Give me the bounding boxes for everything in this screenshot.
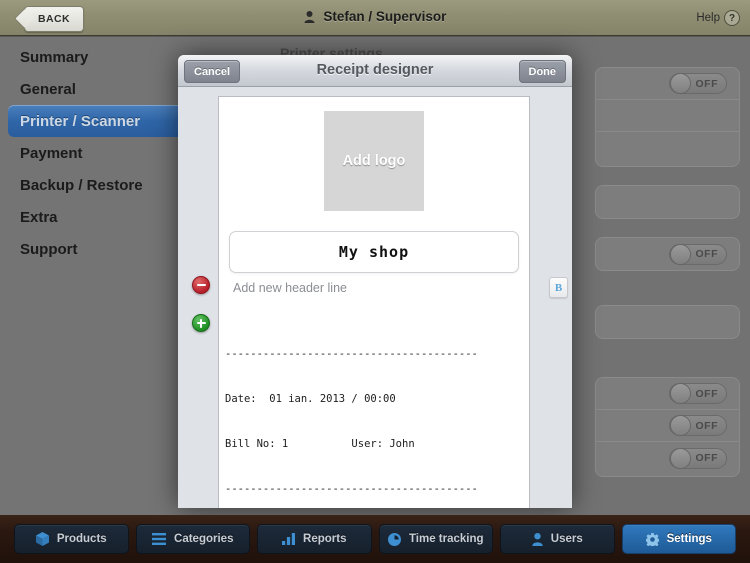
tab-reports[interactable]: Reports xyxy=(257,524,372,554)
bold-toggle-button[interactable]: B xyxy=(549,277,568,298)
toggle-label: OFF xyxy=(695,248,718,260)
tab-products[interactable]: Products xyxy=(14,524,129,554)
sidebar-item-label: Payment xyxy=(20,144,83,162)
help-label: Help xyxy=(696,12,720,24)
sidebar-item-summary[interactable]: Summary xyxy=(8,41,192,73)
sidebar-item-payment[interactable]: Payment xyxy=(8,137,192,169)
modal-title: Receipt designer xyxy=(316,62,434,78)
add-logo-placeholder[interactable]: Add logo xyxy=(324,111,424,211)
toggle-switch[interactable]: OFF xyxy=(669,447,727,469)
done-button[interactable]: Done xyxy=(518,60,566,83)
toggle-switch[interactable]: OFF xyxy=(669,415,727,436)
sidebar-item-label: Extra xyxy=(20,208,58,226)
printer-options-panel-extra xyxy=(595,305,740,339)
settings-row: OFF xyxy=(596,378,739,410)
toggle-knob xyxy=(670,447,691,469)
printer-options-panel-second: OFF xyxy=(595,237,740,271)
question-mark-icon: ? xyxy=(724,10,740,26)
tab-label: Reports xyxy=(303,533,347,545)
printer-options-panel-middle xyxy=(595,185,740,219)
receipt-separator-mid: ---------------------------------------- xyxy=(225,483,478,495)
toggle-label: OFF xyxy=(695,452,718,464)
minus-glyph xyxy=(196,283,206,287)
tab-label: Products xyxy=(56,533,107,545)
sidebar-item-support[interactable]: Support xyxy=(8,233,192,265)
toggle-knob xyxy=(670,73,691,94)
tab-label: Categories xyxy=(174,533,234,545)
toggle-switch[interactable]: OFF xyxy=(669,73,727,94)
settings-row xyxy=(596,132,739,164)
gear-icon xyxy=(645,532,659,546)
add-new-header-line-label: Add new header line xyxy=(233,281,347,295)
toggle-switch[interactable]: OFF xyxy=(669,383,727,404)
user-icon xyxy=(532,532,543,546)
plus-glyph-v xyxy=(199,318,203,328)
sidebar-item-label: Summary xyxy=(20,48,89,66)
page-title-text: Stefan / Supervisor xyxy=(323,9,447,24)
sidebar-item-backup-restore[interactable]: Backup / Restore xyxy=(8,169,192,201)
tab-settings[interactable]: Settings xyxy=(621,524,736,554)
top-bar: BACK Stefan / Supervisor Help ? xyxy=(0,0,750,38)
settings-row: OFF xyxy=(596,238,739,270)
sidebar-item-general[interactable]: General xyxy=(8,73,192,105)
toggle-switch[interactable]: OFF xyxy=(669,243,727,265)
toggle-knob xyxy=(670,415,691,436)
toggle-label: OFF xyxy=(695,387,718,400)
done-button-label: Done xyxy=(528,65,557,78)
box-icon xyxy=(35,532,49,546)
settings-row: OFF xyxy=(596,410,739,442)
receipt-preview: Add logo My shop Add new header line ---… xyxy=(218,96,530,508)
bold-button-label: B xyxy=(554,281,563,294)
header-line-value: My shop xyxy=(338,243,410,261)
sidebar-item-printer-scanner[interactable]: Printer / Scanner xyxy=(8,105,192,137)
printer-options-panel-bottom: OFF OFF OFF xyxy=(595,377,740,477)
sidebar-item-label: Backup / Restore xyxy=(20,176,143,194)
receipt-designer-modal: Cancel Receipt designer Done B Add logo … xyxy=(178,55,572,508)
clock-icon xyxy=(387,532,401,546)
tab-label: Users xyxy=(550,533,583,545)
add-logo-label: Add logo xyxy=(342,153,406,169)
tab-categories[interactable]: Categories xyxy=(135,524,250,554)
minus-circle-icon[interactable] xyxy=(192,276,210,294)
printer-options-panel-top: OFF xyxy=(595,67,740,167)
sidebar-item-extra[interactable]: Extra xyxy=(8,201,192,233)
receipt-body: ----------------------------------------… xyxy=(219,317,529,508)
settings-row xyxy=(596,306,739,338)
tab-time-tracking[interactable]: Time tracking xyxy=(378,524,493,554)
toggle-label: OFF xyxy=(695,419,718,432)
sidebar-item-label: General xyxy=(20,80,76,98)
settings-row: OFF xyxy=(596,442,739,474)
sidebar-item-label: Printer / Scanner xyxy=(20,112,141,130)
settings-row: OFF xyxy=(596,68,739,100)
tab-users[interactable]: Users xyxy=(500,524,615,554)
settings-row xyxy=(596,100,739,132)
list-icon xyxy=(152,533,167,545)
toggle-knob xyxy=(670,243,691,265)
toggle-label: OFF xyxy=(695,77,718,90)
settings-sidebar: Summary General Printer / Scanner Paymen… xyxy=(0,37,200,515)
add-new-header-line-button[interactable]: Add new header line xyxy=(233,281,529,295)
page-title: Stefan / Supervisor xyxy=(0,9,750,26)
toggle-knob xyxy=(670,383,691,404)
receipt-separator-top: ---------------------------------------- xyxy=(225,348,478,360)
modal-title-bar: Cancel Receipt designer Done xyxy=(178,55,572,87)
tab-label: Settings xyxy=(666,533,712,545)
modal-body: B Add logo My shop Add new header line -… xyxy=(178,87,572,508)
settings-row xyxy=(596,186,739,218)
bottom-tab-bar: Products Categories Reports Time trackin… xyxy=(0,515,750,563)
user-icon xyxy=(304,11,315,26)
sidebar-item-label: Support xyxy=(20,240,78,258)
header-line-input[interactable]: My shop xyxy=(229,231,519,273)
help-button[interactable]: Help ? xyxy=(696,10,740,26)
plus-circle-icon[interactable] xyxy=(192,314,210,332)
tab-label: Time tracking xyxy=(408,533,484,545)
receipt-date-line: Date: 01 ian. 2013 / 00:00 xyxy=(225,393,396,405)
bar-chart-icon xyxy=(282,533,296,545)
receipt-bill-user-line: Bill No: 1 User: John xyxy=(225,438,415,450)
